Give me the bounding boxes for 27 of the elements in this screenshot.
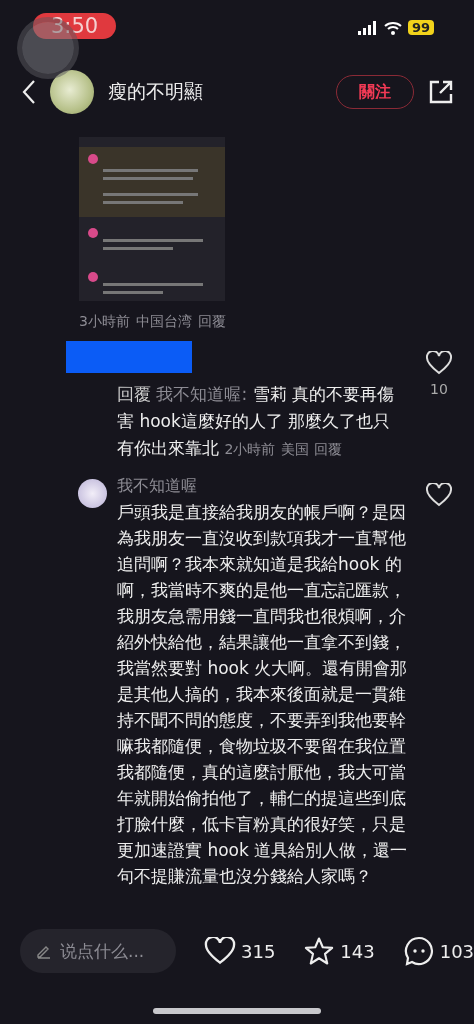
wifi-icon: [383, 20, 402, 35]
username-link[interactable]: 我不知道喔:: [156, 384, 248, 404]
username: 瘦的不明顯: [108, 79, 204, 104]
user-avatar[interactable]: [50, 70, 94, 114]
comment-time: 3小時前: [79, 313, 130, 331]
heart-icon[interactable]: [426, 483, 452, 507]
clock-time: 3:50: [33, 13, 117, 39]
comment-text: 回覆 我不知道喔: 雪莉 真的不要再傷害 hook這麼好的人了 那麼久了也只有你出來靠北 2小時前 美国 回覆: [117, 383, 395, 460]
comment-location: 中国台湾: [135, 313, 192, 331]
comment-text: 戶頭我是直接給我朋友的帳戶啊？是因為我朋友一直沒收到款項我才一直幫他追問啊？我本來就知道是我給hook 的啊，我當時不爽的是他一直忘記匯款，我朋友急需用錢一直問我也很煩啊，介紹外快給他，結果讓他一直拿不到錢，我當然要對 hook 火大啊。還有開會那是其他人搞的，我本來後面就是一貫維持不聞不問的態度，不要弄到我他要幹嘛我都隨便，食物垃圾不要留在我位置我都隨便，真的這麼討厭他，我大可當年就開始偷拍他了，輔仁的提這些到底打臉什麼，低卡盲粉真的很好笑，只是更加速證實 hook 道具給別人做，還一句不提賺流量也沒分錢給人家嗎？: [117, 501, 409, 888]
battery-level: 99: [407, 20, 434, 35]
heart-icon[interactable]: [204, 937, 236, 965]
like-count: 10: [430, 381, 448, 397]
share-icon[interactable]: [428, 79, 454, 105]
comment-username[interactable]: 我不知道喔: [117, 475, 197, 497]
reply-link[interactable]: 回覆: [314, 441, 343, 457]
reply-link[interactable]: 回覆: [197, 313, 226, 331]
comment-icon[interactable]: [402, 935, 435, 967]
star-icon[interactable]: [303, 936, 336, 966]
heart-icon[interactable]: [426, 351, 452, 375]
like-count: 315: [241, 940, 276, 962]
user-avatar[interactable]: [78, 479, 107, 508]
signal-icon: [357, 20, 378, 35]
favorite-count: 143: [340, 940, 375, 962]
back-icon[interactable]: [22, 79, 36, 105]
comment-count: 103: [439, 940, 474, 962]
comment-input-field[interactable]: 说点什么...: [20, 929, 176, 973]
